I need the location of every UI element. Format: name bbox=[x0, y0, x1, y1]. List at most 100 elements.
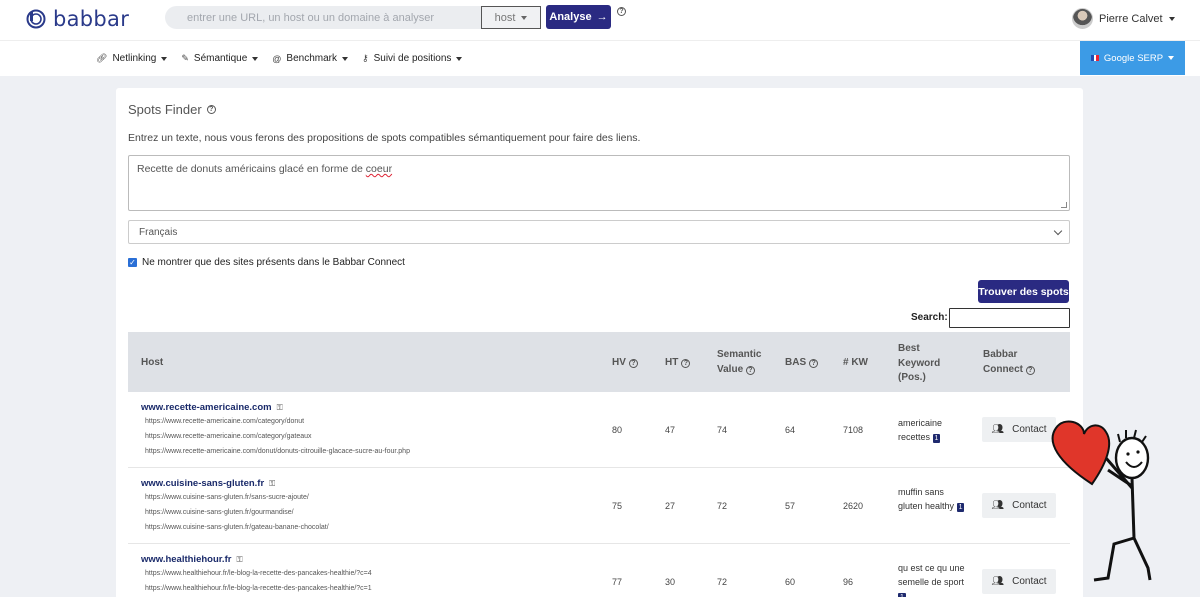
col-label: Host bbox=[141, 357, 164, 368]
host-link[interactable]: www.cuisine-sans-gluten.fr ⚿ bbox=[141, 478, 275, 489]
col-best-keyword[interactable]: Best Keyword (Pos.) bbox=[898, 342, 940, 386]
spot-url[interactable]: https://www.cuisine-sans-gluten.fr/gatea… bbox=[145, 524, 329, 531]
help-icon[interactable]: ? bbox=[1025, 365, 1035, 375]
contact-button[interactable]: 👥︎ Contact bbox=[982, 569, 1056, 594]
serp-label: Google SERP bbox=[1103, 52, 1164, 64]
analyse-button[interactable]: Analyse → bbox=[546, 5, 611, 29]
nav-benchmark[interactable]: @ Benchmark bbox=[272, 53, 348, 64]
nav-label: Suivi de positions bbox=[373, 53, 452, 64]
table-search-label: Search: bbox=[911, 312, 948, 323]
france-flag-icon bbox=[1090, 55, 1099, 61]
page-title: Spots Finder ? bbox=[128, 102, 216, 117]
stick-figure-heart-illustration bbox=[1051, 420, 1152, 582]
host-name: www.cuisine-sans-gluten.fr bbox=[141, 478, 265, 489]
help-icon[interactable]: ? bbox=[617, 7, 626, 16]
table-row: www.cuisine-sans-gluten.fr ⚿ https://www.… bbox=[128, 468, 1070, 544]
google-serp-button[interactable]: Google SERP bbox=[1080, 41, 1185, 75]
key-icon[interactable]: ⚿ bbox=[277, 403, 283, 413]
spiral-icon: @ bbox=[272, 53, 282, 64]
resize-handle-icon[interactable] bbox=[1061, 202, 1067, 208]
hv-value: 75 bbox=[612, 501, 623, 511]
nav-semantique[interactable]: ✎ Sémantique bbox=[181, 53, 259, 64]
chevron-down-icon bbox=[342, 56, 348, 61]
spot-url[interactable]: https://www.healthiehour.fr/le-blog-la-r… bbox=[145, 585, 372, 592]
help-icon[interactable]: ? bbox=[628, 358, 638, 368]
ht-value: 27 bbox=[665, 501, 676, 511]
ht-value: 30 bbox=[665, 577, 676, 587]
analyse-label: Analyse bbox=[549, 11, 592, 23]
kw-count: 96 bbox=[843, 577, 854, 587]
ht-value: 47 bbox=[665, 425, 676, 435]
col-label: Keyword bbox=[898, 357, 941, 369]
textarea-misspelled-word: coeur bbox=[365, 163, 393, 175]
best-keyword: qu est ce qu une semelle de sport 1 bbox=[898, 561, 968, 597]
contact-button[interactable]: 👥︎ Contact bbox=[982, 493, 1056, 518]
babbar-logo[interactable]: babbar bbox=[26, 7, 129, 31]
chevron-down-icon bbox=[1053, 226, 1063, 236]
chevron-down-icon bbox=[521, 15, 528, 20]
checkbox-label: Ne montrer que des sites présents dans l… bbox=[142, 257, 405, 268]
help-icon[interactable]: ? bbox=[681, 358, 691, 368]
nav-netlinking[interactable]: 🔗︎ Netlinking bbox=[96, 53, 168, 64]
col-bas[interactable]: BAS? bbox=[785, 356, 819, 371]
spot-url[interactable]: https://www.cuisine-sans-gluten.fr/sans-… bbox=[145, 494, 309, 501]
host-link[interactable]: www.healthiehour.fr ⚿ bbox=[141, 554, 243, 565]
spot-url[interactable]: https://www.cuisine-sans-gluten.fr/gourm… bbox=[145, 509, 294, 516]
contact-label: Contact bbox=[1012, 500, 1047, 511]
contact-button[interactable]: 👥︎ Contact bbox=[982, 417, 1056, 442]
col-label-line2: Value ? bbox=[717, 363, 755, 378]
col-label: Semantic bbox=[717, 349, 762, 360]
find-spots-button[interactable]: Trouver des spots bbox=[978, 280, 1069, 303]
link-icon: 🔗︎ bbox=[96, 53, 108, 63]
col-ht[interactable]: HT? bbox=[665, 356, 691, 371]
table-header: Host HV? HT? Semantic Value ? BAS? # KW … bbox=[128, 332, 1070, 392]
help-icon[interactable]: ? bbox=[206, 105, 216, 114]
page-title-text: Spots Finder bbox=[128, 102, 202, 117]
user-menu[interactable]: Pierre Calvet bbox=[1072, 8, 1175, 29]
spot-url[interactable]: https://www.recette-americaine.com/categ… bbox=[145, 433, 312, 440]
users-icon: 👥︎ bbox=[991, 424, 1005, 435]
key-icon: ⚷ bbox=[362, 53, 369, 63]
spot-url[interactable]: https://www.recette-americaine.com/categ… bbox=[145, 418, 304, 425]
nav-label: Netlinking bbox=[112, 53, 157, 64]
spot-url[interactable]: https://www.healthiehour.fr/le-blog-la-r… bbox=[145, 570, 372, 577]
bas-value: 60 bbox=[785, 577, 796, 587]
col-label-line2: Connect ? bbox=[983, 363, 1035, 378]
language-value: Français bbox=[139, 226, 178, 238]
search-field[interactable] bbox=[165, 6, 481, 29]
intro-text: Entrez un texte, nous vous ferons des pr… bbox=[128, 132, 641, 144]
key-icon[interactable]: ⚿ bbox=[269, 479, 275, 489]
col-hv[interactable]: HV? bbox=[612, 356, 638, 371]
table-search-input[interactable] bbox=[949, 308, 1070, 328]
help-icon[interactable]: ? bbox=[745, 365, 755, 375]
host-type-select[interactable]: host bbox=[481, 6, 541, 29]
col-babbar-connect[interactable]: Babbar Connect ? bbox=[983, 348, 1035, 377]
babbar-connect-filter[interactable]: ✓ Ne montrer que des sites présents dans… bbox=[128, 257, 405, 268]
nav-label: Sémantique bbox=[193, 53, 248, 64]
arrow-right-icon: → bbox=[596, 11, 608, 23]
help-icon[interactable]: ? bbox=[809, 358, 819, 368]
key-icon[interactable]: ⚿ bbox=[236, 555, 242, 565]
best-keyword-text: muffin sans gluten healthy bbox=[898, 487, 955, 512]
users-icon: 👥︎ bbox=[991, 500, 1005, 511]
pen-icon: ✎ bbox=[181, 53, 189, 63]
avatar bbox=[1072, 8, 1093, 29]
language-select[interactable]: Français bbox=[128, 220, 1070, 244]
hv-value: 77 bbox=[612, 577, 623, 587]
col-label: Value bbox=[717, 363, 744, 375]
best-keyword: americaine recettes 1 bbox=[898, 416, 968, 445]
nav-suivi-positions[interactable]: ⚷ Suivi de positions bbox=[362, 53, 463, 64]
col-kw[interactable]: # KW bbox=[843, 356, 868, 371]
chevron-down-icon bbox=[252, 56, 259, 61]
search-input[interactable] bbox=[165, 6, 481, 29]
spots-finder-card: Spots Finder ? Entrez un texte, nous vou… bbox=[116, 88, 1083, 597]
spot-url[interactable]: https://www.recette-americaine.com/donut… bbox=[145, 448, 410, 455]
checkbox-checked[interactable]: ✓ bbox=[128, 258, 137, 267]
col-host[interactable]: Host bbox=[141, 356, 163, 371]
chevron-down-icon bbox=[1168, 16, 1175, 21]
position-badge: 1 bbox=[956, 502, 965, 512]
col-semantic-value[interactable]: Semantic Value ? bbox=[717, 348, 761, 377]
host-link[interactable]: www.recette-americaine.com ⚿ bbox=[141, 402, 283, 413]
position-badge: 1 bbox=[932, 433, 941, 443]
text-input-area[interactable]: Recette de donuts américains glacé en fo… bbox=[128, 155, 1070, 211]
